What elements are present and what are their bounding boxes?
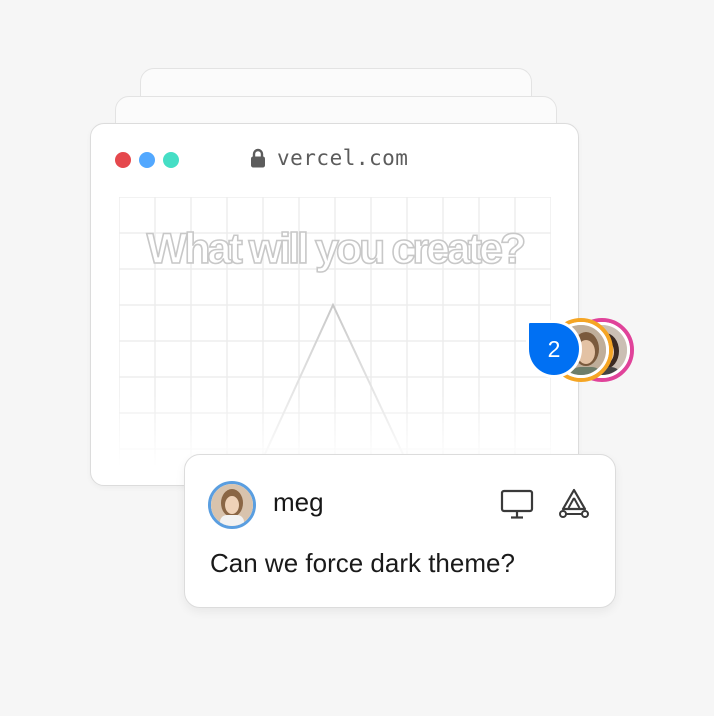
comment-username: meg (273, 487, 324, 517)
lock-icon (251, 148, 265, 168)
comment-text: Can we force dark theme? (210, 548, 515, 578)
toolbar-button[interactable] (556, 486, 592, 522)
maximize-dot[interactable] (163, 152, 179, 168)
comment-avatar[interactable] (208, 481, 256, 529)
desktop-icon (500, 489, 534, 519)
browser-window: vercel.com What will you create? (90, 123, 579, 486)
vercel-toolbar-icon (559, 488, 589, 518)
comment-card[interactable]: meg Can we force dark theme? (184, 454, 616, 608)
desktop-view-button[interactable] (499, 486, 535, 522)
person-photo-icon (211, 484, 253, 526)
collaborator-count-badge[interactable]: 2 (526, 320, 582, 378)
hero-canvas: What will you create? (119, 197, 551, 467)
hero-headline: What will you create? (146, 224, 527, 274)
url-text: vercel.com (277, 146, 409, 170)
collaborator-avatars[interactable]: 2 (524, 318, 636, 384)
window-controls (115, 152, 179, 168)
address-bar[interactable]: vercel.com (249, 146, 408, 170)
minimize-dot[interactable] (139, 152, 155, 168)
close-dot[interactable] (115, 152, 131, 168)
